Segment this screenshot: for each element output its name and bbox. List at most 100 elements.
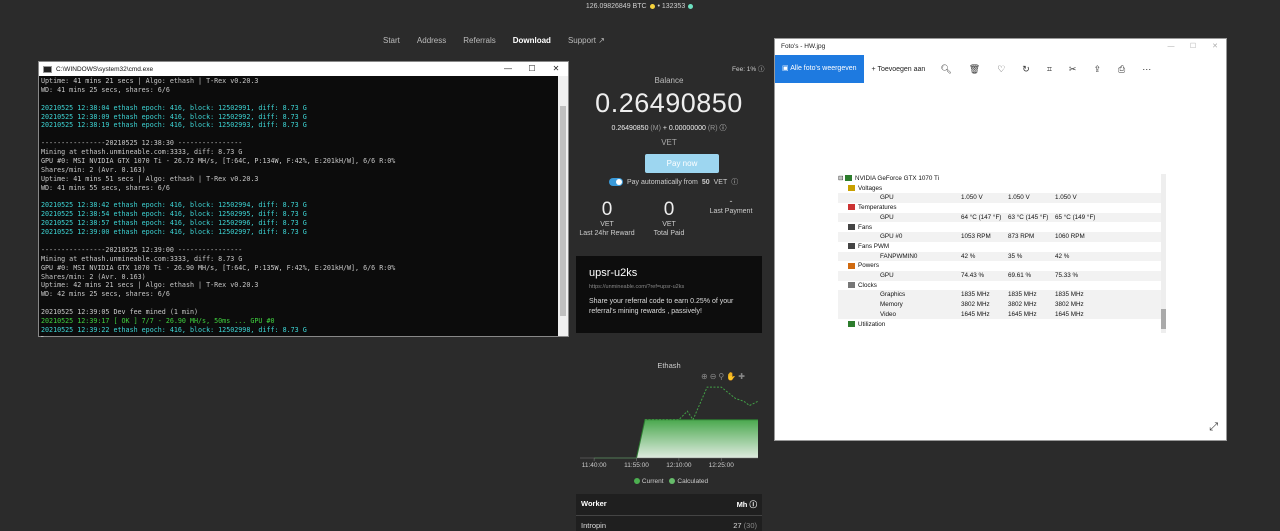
cmd-line: Shares/min: 2 (Avr. 0.163) bbox=[41, 165, 146, 174]
hw-sensor-value: 65 °C (149 °F) bbox=[1055, 213, 1096, 221]
table-row: GPU 64 °C (147 °F) 63 °C (145 °F) 65 °C (14… bbox=[838, 212, 1161, 223]
favorite-icon[interactable]: ♡ bbox=[997, 64, 1005, 75]
table-row: Temperatures bbox=[838, 203, 1161, 213]
minimize-icon[interactable]: — bbox=[496, 62, 520, 76]
worker-name: Intropin bbox=[581, 521, 607, 530]
hashrate-chart[interactable]: 11:40:00 11:55:00 12:10:00 12:25:00 bbox=[576, 380, 762, 472]
close-icon[interactable]: ✕ bbox=[1204, 39, 1226, 55]
series-current-area bbox=[594, 419, 758, 458]
main-nav: Start Address Referrals Download Support… bbox=[383, 36, 605, 45]
add-to-label: Toevoegen aan bbox=[877, 65, 926, 73]
fullscreen-icon[interactable]: ⤢ bbox=[1209, 421, 1218, 434]
zoom-icon[interactable]: 🔍︎ bbox=[940, 64, 951, 75]
referral-description: Share your referral code to earn 0.25% o… bbox=[589, 298, 734, 315]
legend-current[interactable]: Current bbox=[642, 478, 664, 485]
info-icon[interactable]: ⓘ bbox=[750, 500, 758, 509]
power-icon bbox=[848, 262, 855, 269]
delete-icon[interactable]: 🗑︎ bbox=[969, 64, 980, 75]
cmd-line bbox=[41, 95, 557, 104]
cmd-line: Uptime: 41 mins 21 secs | Algo: ethash |… bbox=[41, 77, 259, 85]
cmd-scroll-thumb[interactable] bbox=[560, 106, 566, 316]
cmd-line: Mining at ethash.unmineable.com:3333, di… bbox=[41, 254, 243, 263]
hw-sensor-value: 1.050 V bbox=[1008, 194, 1030, 202]
crop-icon[interactable]: ⌗ bbox=[1047, 64, 1052, 75]
hw-sensor-label: GPU #0 bbox=[880, 233, 903, 241]
add-to-button[interactable]: + Toevoegen aan bbox=[872, 66, 926, 73]
nav-start[interactable]: Start bbox=[383, 36, 400, 45]
table-row[interactable]: Intropin 27 (30) bbox=[576, 516, 762, 531]
info-icon[interactable]: ⓘ bbox=[720, 125, 727, 132]
cmd-titlebar[interactable]: C:\WINDOWS\system32\cmd.exe — ☐ ✕ bbox=[39, 62, 568, 76]
cmd-app-icon bbox=[43, 65, 52, 73]
hw-sensor-label: Fans bbox=[858, 223, 872, 231]
hw-sensor-value: 1835 MHz bbox=[961, 291, 990, 299]
info-icon[interactable]: ⓘ bbox=[758, 66, 765, 73]
print-icon[interactable]: ⎙ bbox=[1118, 64, 1125, 75]
all-photos-button[interactable]: ▣ Alle foto's weergeven bbox=[775, 55, 864, 83]
hwinfo-image: ⊟ NVIDIA GeForce GTX 1070 Ti Voltages GPU… bbox=[838, 174, 1166, 333]
col-mh: Mh bbox=[736, 500, 748, 509]
table-row: FANPWMIN0 42 % 35 % 42 % bbox=[838, 251, 1161, 262]
more-icon[interactable]: ⋯ bbox=[1142, 64, 1151, 75]
cmd-cursor: █ bbox=[41, 335, 557, 337]
col-mh-wrap: Mh ⓘ bbox=[737, 499, 757, 510]
stat-total-label: Total Paid bbox=[653, 230, 685, 237]
cmd-line: 20210525 12:38:19 ethash epoch: 416, blo… bbox=[41, 121, 307, 130]
hw-sensor-value: 1.050 V bbox=[1055, 194, 1077, 202]
autopay-toggle[interactable] bbox=[609, 178, 623, 186]
nav-download[interactable]: Download bbox=[513, 36, 551, 45]
table-row: Utilization bbox=[838, 320, 1161, 330]
cmd-line: 20210525 12:38:57 ethash epoch: 416, blo… bbox=[41, 219, 307, 228]
edit-icon[interactable]: ✂ bbox=[1069, 64, 1077, 75]
hw-sensor-value: 64 °C (147 °F) bbox=[961, 213, 1002, 221]
nav-support[interactable]: Support ↗ bbox=[568, 36, 605, 45]
fee-text: Fee: 1% bbox=[732, 66, 757, 73]
miner-dot-icon bbox=[688, 3, 694, 9]
cmd-window: C:\WINDOWS\system32\cmd.exe — ☐ ✕ Uptime… bbox=[38, 61, 569, 337]
stat-last-payment: - Last Payment bbox=[700, 196, 762, 216]
legend-calculated[interactable]: Calculated bbox=[677, 478, 708, 485]
nav-address[interactable]: Address bbox=[417, 36, 446, 45]
fee-label: Fee: 1% ⓘ bbox=[732, 63, 765, 73]
close-icon[interactable]: ✕ bbox=[544, 62, 568, 76]
x-tick-label: 12:10:00 bbox=[666, 462, 692, 469]
table-row: Fans bbox=[838, 223, 1161, 233]
stat-total-unit: VET bbox=[662, 221, 676, 228]
share-icon[interactable]: ⇪ bbox=[1093, 64, 1101, 75]
hw-sensor-value: 1835 MHz bbox=[1055, 291, 1084, 299]
nav-referrals[interactable]: Referrals bbox=[463, 36, 495, 45]
cmd-line: GPU #0: MSI NVIDIA GTX 1070 Ti - 26.90 M… bbox=[41, 263, 396, 272]
temp-icon bbox=[848, 204, 855, 211]
stat-24hr-unit: VET bbox=[600, 221, 614, 228]
table-row: Graphics 1835 MHz 1835 MHz 1835 MHz bbox=[838, 290, 1161, 301]
hw-sensor-value: 35 % bbox=[1008, 252, 1023, 260]
legend-calculated-dot bbox=[669, 478, 676, 485]
balance-value: 0.26490850 bbox=[595, 88, 743, 118]
hw-sensor-value: 1060 RPM bbox=[1055, 233, 1085, 241]
miner-count: 132353 bbox=[661, 3, 686, 10]
hw-sensor-value: 3802 MHz bbox=[961, 301, 990, 309]
photos-window-controls: — ☐ ✕ bbox=[1160, 39, 1226, 55]
minimize-icon[interactable]: — bbox=[1160, 39, 1182, 55]
util-icon bbox=[848, 320, 855, 327]
maximize-icon[interactable]: ☐ bbox=[1182, 39, 1204, 55]
cmd-output[interactable]: Uptime: 41 mins 21 secs | Algo: ethash |… bbox=[39, 76, 559, 337]
photos-titlebar[interactable]: Foto's - HW.jpg — ☐ ✕ bbox=[775, 39, 1226, 55]
rotate-icon[interactable]: ↻ bbox=[1022, 64, 1030, 75]
fan-icon bbox=[848, 243, 855, 250]
referral-code[interactable]: upsr-u2ks bbox=[589, 267, 749, 279]
cmd-line: WD: 41 mins 55 secs, shares: 6/6 bbox=[41, 183, 170, 192]
hw-sensor-value: 873 RPM bbox=[1008, 233, 1035, 241]
cmd-scrollbar[interactable] bbox=[558, 76, 568, 336]
external-link-icon: ↗ bbox=[598, 36, 605, 45]
cmd-line: ----------------20210525 12:39:00 ------… bbox=[41, 245, 243, 254]
pay-now-button[interactable]: Pay now bbox=[645, 154, 719, 173]
photos-icon: ▣ bbox=[782, 65, 789, 72]
hw-sensor-value: 42 % bbox=[961, 252, 976, 260]
x-tick-label: 11:40:00 bbox=[582, 462, 607, 469]
referral-url[interactable]: https://unmineable.com/?ref=upsr-u2ks bbox=[589, 284, 749, 290]
info-icon[interactable]: ⓘ bbox=[731, 177, 738, 187]
table-row: Voltages bbox=[838, 184, 1161, 194]
maximize-icon[interactable]: ☐ bbox=[520, 62, 544, 76]
hw-sensor-value: 75.33 % bbox=[1055, 272, 1079, 279]
